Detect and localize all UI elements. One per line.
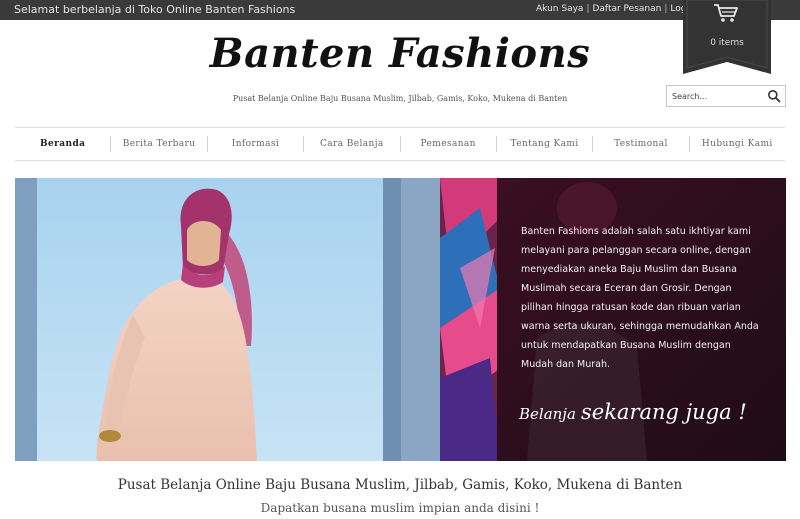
nav-item-informasi[interactable]: Informasi <box>208 139 303 149</box>
link-separator: | <box>586 4 590 14</box>
order-list-link[interactable]: Daftar Pesanan <box>592 4 661 14</box>
welcome-text: Selamat berbelanja di Toko Online Banten… <box>14 3 296 16</box>
nav-top-border <box>15 127 785 128</box>
cta-small-text: Belanja <box>519 405 576 423</box>
link-separator: | <box>664 4 668 14</box>
nav-item-tentang-kami[interactable]: Tentang Kami <box>497 139 592 149</box>
main-nav: Beranda Berita Terbaru Informasi Cara Be… <box>15 130 785 158</box>
banner-call-to-action[interactable]: Belanja sekarang juga ! <box>519 400 747 424</box>
nav-item-beranda[interactable]: Beranda <box>15 139 110 149</box>
nav-item-hubungi-kami[interactable]: Hubungi Kami <box>690 139 785 149</box>
nav-bottom-border <box>15 160 785 161</box>
banner-description: Banten Fashions adalah salah satu ikhtiy… <box>521 226 759 370</box>
nav-item-pemesanan[interactable]: Pemesanan <box>401 139 496 149</box>
top-bar: Selamat berbelanja di Toko Online Banten… <box>0 0 800 20</box>
colorful-backdrop <box>440 178 500 461</box>
account-links: Akun Saya | Daftar Pesanan | Login <box>536 4 695 14</box>
page-subheading: Dapatkan busana muslim impian anda disin… <box>260 501 540 515</box>
shopping-cart-icon[interactable] <box>713 3 739 23</box>
nav-item-berita-terbaru[interactable]: Berita Terbaru <box>111 139 206 149</box>
site-logo[interactable]: Banten Fashions <box>0 30 800 77</box>
cta-big-text: sekarang juga ! <box>581 400 747 424</box>
model-photo <box>15 178 445 461</box>
my-account-link[interactable]: Akun Saya <box>536 4 583 14</box>
nav-item-testimonal[interactable]: Testimonal <box>593 139 688 149</box>
search-box <box>666 85 786 107</box>
hero-banner[interactable]: Banten Fashions adalah salah satu ikhtiy… <box>15 178 786 461</box>
search-icon[interactable] <box>767 89 781 103</box>
page-heading: Pusat Belanja Online Baju Busana Muslim,… <box>117 477 683 493</box>
nav-item-cara-belanja[interactable]: Cara Belanja <box>304 139 399 149</box>
search-input[interactable] <box>672 88 766 104</box>
